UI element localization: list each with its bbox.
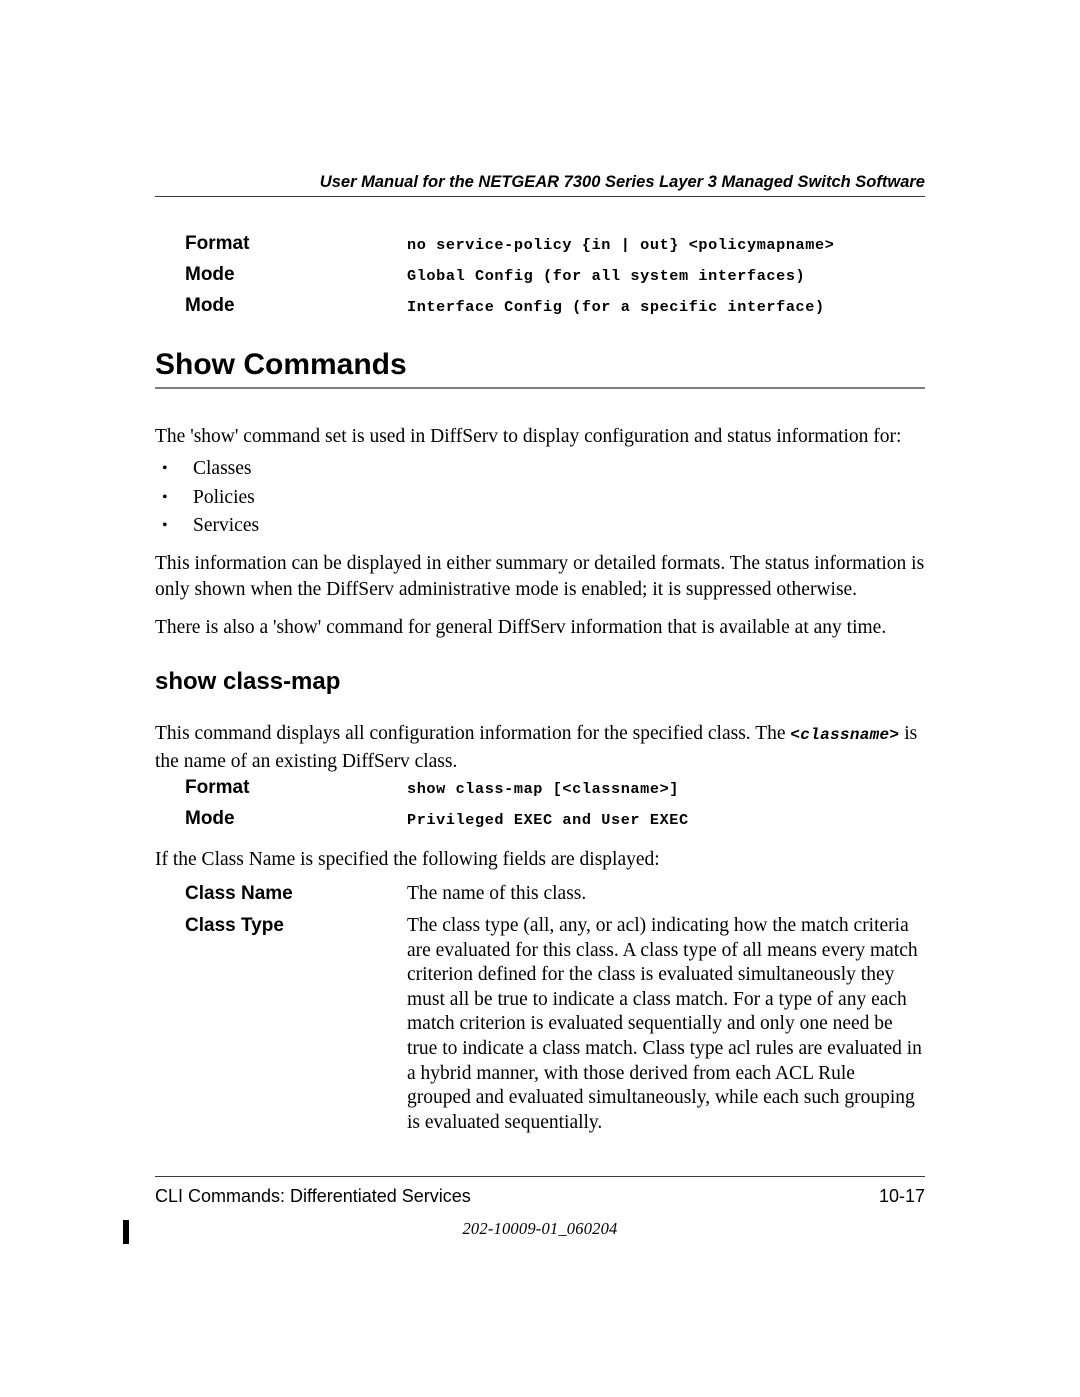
definition-row: Mode Privileged EXEC and User EXEC [155, 807, 925, 838]
bullet-list: • Classes • Policies • Services [155, 456, 755, 542]
format-value: no service-policy {in | out} <policymapn… [407, 236, 835, 254]
list-item-label: Classes [193, 458, 252, 479]
top-command-block: Format no service-policy {in | out} <pol… [155, 232, 925, 325]
page-footer: CLI Commands: Differentiated Services 10… [155, 1176, 925, 1210]
section-heading-divider [155, 387, 925, 389]
command-heading-show-class-map: show class-map [155, 668, 341, 695]
general-diffserv-paragraph: There is also a 'show' command for gener… [155, 617, 887, 638]
running-header-title: User Manual for the NETGEAR 7300 Series … [319, 173, 925, 191]
list-item-label: Services [193, 515, 260, 536]
footer-row: CLI Commands: Differentiated Services 10… [155, 1184, 925, 1210]
list-item: • Services [155, 513, 755, 542]
class-type-label: Class Type [185, 915, 284, 936]
fields-intro-paragraph: If the Class Name is specified the follo… [155, 849, 660, 870]
format-label: Format [185, 233, 250, 254]
header-divider [155, 196, 925, 197]
bullet-icon: • [162, 488, 168, 506]
mode-value-interface: Interface Config (for a specific interfa… [407, 298, 825, 316]
format-value: show class-map [<classname>] [407, 780, 679, 798]
show-class-map-command-block: Format show class-map [<classname>] Mode… [155, 776, 925, 838]
field-definition-block: Class Name The name of this class. Class… [155, 882, 925, 1134]
document-page: User Manual for the NETGEAR 7300 Series … [0, 0, 1080, 1397]
summary-formats-paragraph: This information can be displayed in eit… [155, 553, 925, 600]
definition-row: Format show class-map [<classname>] [155, 776, 925, 807]
class-name-description: The name of this class. [407, 883, 587, 904]
bullet-icon: • [162, 517, 168, 534]
definition-row: Format no service-policy {in | out} <pol… [155, 232, 925, 263]
footer-page-number: 10-17 [878, 1186, 925, 1206]
section-heading-block: Show Commands [155, 348, 925, 389]
class-name-label: Class Name [185, 883, 293, 904]
definition-row: Class Type The class type (all, any, or … [155, 914, 925, 1134]
footer-divider [155, 1176, 925, 1177]
list-item: • Policies [155, 485, 755, 514]
mode-label-global: Mode [185, 264, 235, 285]
section-heading-show-commands: Show Commands [155, 348, 407, 381]
mode-label-interface: Mode [185, 295, 235, 316]
footer-document-id: 202-10009-01_060204 [462, 1219, 618, 1238]
class-type-description: The class type (all, any, or acl) indica… [407, 915, 922, 1133]
mode-value-global: Global Config (for all system interfaces… [407, 267, 806, 285]
command-description: This command displays all configuration … [155, 721, 927, 774]
change-bar-marker [123, 1220, 129, 1244]
command-description-text-before: This command displays all configuration … [155, 723, 791, 744]
mode-label: Mode [185, 808, 235, 829]
section-intro-paragraph: The 'show' command set is used in DiffSe… [155, 426, 902, 447]
bullet-icon: • [162, 460, 168, 477]
definition-row: Mode Global Config (for all system inter… [155, 263, 925, 294]
format-label: Format [185, 777, 250, 798]
page-header: User Manual for the NETGEAR 7300 Series … [155, 172, 925, 197]
mode-value: Privileged EXEC and User EXEC [407, 811, 689, 829]
definition-row: Mode Interface Config (for a specific in… [155, 294, 925, 325]
list-item: • Classes [155, 456, 755, 485]
classname-code: <classname> [790, 726, 900, 744]
definition-row: Class Name The name of this class. [155, 882, 925, 914]
list-item-label: Policies [193, 486, 255, 508]
footer-chapter-title: CLI Commands: Differentiated Services [155, 1186, 471, 1206]
